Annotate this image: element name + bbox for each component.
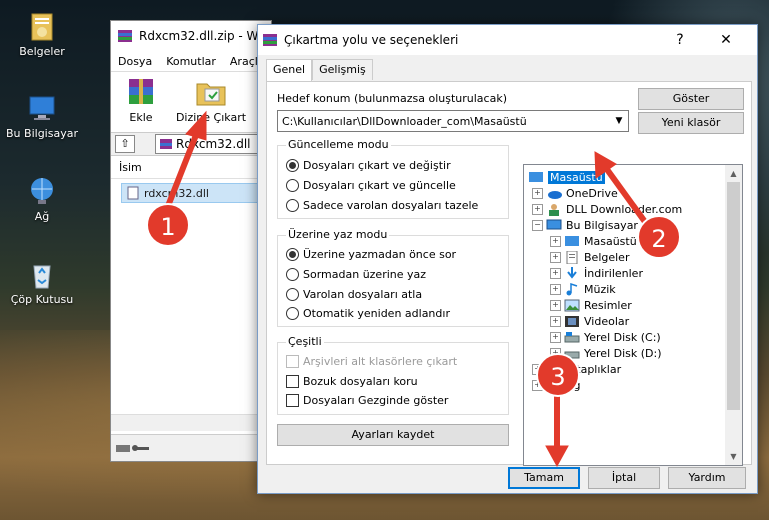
step-2-badge: 2 [637, 215, 681, 259]
arrow-3-head [545, 445, 569, 468]
arrow-1-head [185, 110, 207, 141]
arrow-1-shaft [165, 128, 201, 208]
step-1-badge: 1 [146, 203, 190, 247]
arrow-2-shaft [603, 166, 651, 228]
annotation-arrows [165, 110, 651, 468]
step-3-badge: 3 [536, 353, 580, 397]
